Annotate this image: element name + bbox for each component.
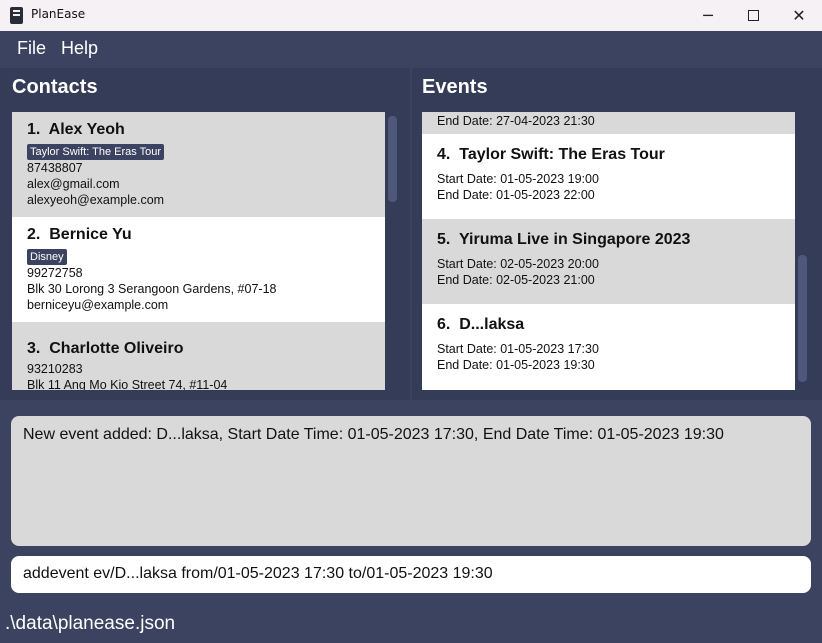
- events-panel: Events End Date: 27-04-2023 21:30 4. Tay…: [412, 68, 822, 400]
- event-start-date: Start Date: 01-05-2023 19:00: [437, 172, 599, 186]
- maximize-button[interactable]: [730, 0, 776, 31]
- contact-tag: Disney: [27, 249, 67, 265]
- contact-address: Blk 30 Lorong 3 Serangoon Gardens, #07-1…: [27, 282, 277, 296]
- app-book-icon: [10, 7, 23, 24]
- command-input[interactable]: addevent ev/D...laksa from/01-05-2023 17…: [11, 556, 811, 593]
- event-end-date: End Date: 02-05-2023 21:00: [437, 273, 595, 287]
- event-end-date: End Date: 01-05-2023 22:00: [437, 188, 595, 202]
- event-end-date: End Date: 27-04-2023 21:30: [437, 114, 595, 128]
- contacts-title: Contacts: [12, 76, 98, 98]
- event-card[interactable]: 4. Taylor Swift: The Eras Tour Start Dat…: [422, 134, 795, 219]
- close-icon: ✕: [792, 6, 806, 25]
- contact-address: Blk 11 Ang Mo Kio Street 74, #11-04: [27, 378, 228, 390]
- contact-name: 3. Charlotte Oliveiro: [27, 340, 184, 357]
- event-card[interactable]: 6. D...laksa Start Date: 01-05-2023 17:3…: [422, 304, 795, 390]
- contacts-scroll-thumb[interactable]: [388, 116, 397, 202]
- contact-email: alexyeoh@example.com: [27, 193, 165, 207]
- event-card[interactable]: 5. Yiruma Live in Singapore 2023 Start D…: [422, 219, 795, 304]
- result-display: New event added: D...laksa, Start Date T…: [11, 416, 811, 546]
- contact-phone: 99272758: [27, 266, 83, 280]
- contact-phone: 87438807: [27, 161, 83, 175]
- event-name: 6. D...laksa: [437, 316, 525, 333]
- event-end-date: End Date: 01-05-2023 19:30: [437, 358, 595, 372]
- menu-help[interactable]: Help: [61, 38, 98, 59]
- minimize-icon: ─: [703, 6, 713, 25]
- event-name: 4. Taylor Swift: The Eras Tour: [437, 146, 665, 163]
- status-bar: .\data\planease.json: [0, 603, 822, 643]
- contact-name: 1. Alex Yeoh: [27, 121, 125, 138]
- event-start-date: Start Date: 01-05-2023 17:30: [437, 342, 599, 356]
- event-start-date: Start Date: 02-05-2023 20:00: [437, 257, 599, 271]
- title-bar: PlanEase ─ ✕: [0, 0, 822, 31]
- event-name: 5. Yiruma Live in Singapore 2023: [437, 231, 691, 248]
- contact-tag: Taylor Swift: The Eras Tour: [27, 144, 165, 160]
- contact-card[interactable]: 3. Charlotte Oliveiro 93210283 Blk 11 An…: [12, 322, 385, 390]
- menu-file[interactable]: File: [17, 38, 46, 59]
- storage-path: .\data\planease.json: [5, 613, 176, 634]
- events-title: Events: [422, 76, 488, 98]
- window-title: PlanEase: [31, 7, 86, 21]
- close-button[interactable]: ✕: [776, 0, 822, 31]
- contacts-panel: Contacts 1. Alex Yeoh Taylor Swift: The …: [0, 68, 410, 400]
- contact-card[interactable]: 1. Alex Yeoh Taylor Swift: The Eras Tour…: [12, 112, 385, 217]
- contact-phone: 93210283: [27, 362, 83, 376]
- contact-name: 2. Bernice Yu: [27, 226, 132, 243]
- maximize-icon: [747, 10, 759, 21]
- event-card[interactable]: End Date: 27-04-2023 21:30: [422, 112, 795, 134]
- contact-list[interactable]: 1. Alex Yeoh Taylor Swift: The Eras Tour…: [12, 112, 385, 390]
- contacts-scrollbar[interactable]: [387, 112, 397, 390]
- events-scrollbar[interactable]: [797, 112, 807, 390]
- minimize-button[interactable]: ─: [685, 0, 731, 31]
- contact-email: berniceyu@example.com: [27, 298, 169, 312]
- contact-card[interactable]: 2. Bernice Yu Disney 99272758 Blk 30 Lor…: [12, 217, 385, 322]
- contact-email: alex@gmail.com: [27, 177, 120, 191]
- event-list[interactable]: End Date: 27-04-2023 21:30 4. Taylor Swi…: [422, 112, 795, 390]
- events-scroll-thumb[interactable]: [798, 255, 807, 382]
- menu-bar: File Help: [0, 31, 822, 67]
